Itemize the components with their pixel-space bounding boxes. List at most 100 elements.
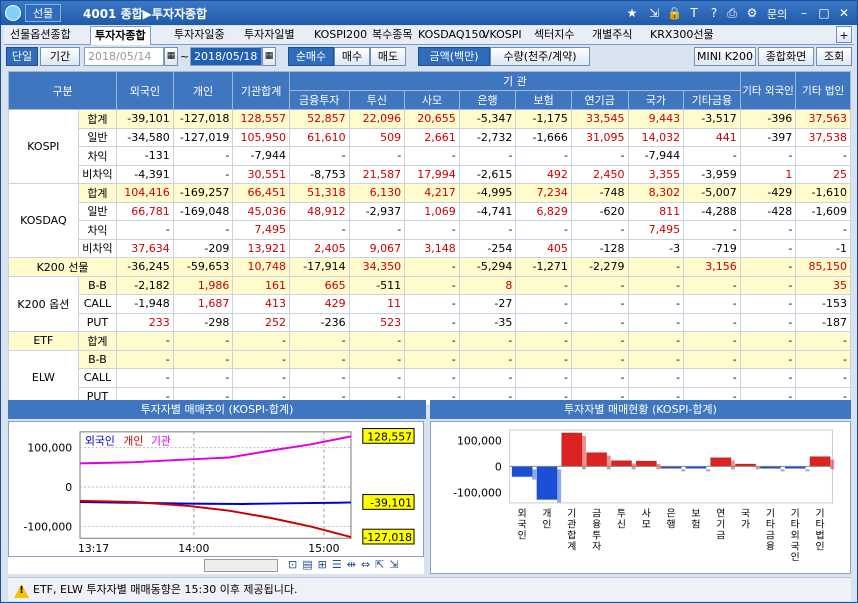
y-tick-label: 0	[495, 460, 502, 473]
tab-10[interactable]: KRX300선물	[646, 26, 718, 45]
category-char: 합	[567, 529, 576, 541]
calendar-to-icon[interactable]: ▦	[262, 47, 276, 66]
table-cell: -1,175	[515, 109, 572, 129]
table-cell: 7,234	[515, 183, 572, 203]
end-label: 128,557	[367, 430, 412, 443]
help-icon[interactable]: ?	[707, 6, 721, 20]
print-icon[interactable]: ⎙	[725, 6, 739, 20]
category-label: 국가	[741, 508, 750, 531]
table-cell: -	[739, 220, 797, 240]
buy-button[interactable]: 매수	[334, 47, 370, 66]
header-private[interactable]: 사모	[404, 90, 460, 110]
table-cell: 51,318	[288, 183, 350, 203]
header-pension[interactable]: 연기금	[570, 90, 629, 110]
table-cell: -	[683, 312, 741, 332]
net-buy-button[interactable]: 순매수	[288, 47, 334, 66]
settings-icon[interactable]: ⚙	[745, 6, 759, 20]
tab-3[interactable]: 투자자일별	[240, 26, 299, 45]
category-char: 인	[791, 551, 800, 563]
bar-shadow	[532, 469, 537, 480]
tab-1[interactable]: 투자자종합	[90, 26, 151, 45]
end-label: -127,018	[363, 531, 412, 544]
left-panel-title: 투자자별 매매추이 (KOSPI-합계)	[8, 400, 426, 419]
table-cell: -	[739, 238, 797, 258]
table-row[interactable]: K200 옵션 B-B -2,182 1,986 161 665 -511-8- - - - -35	[8, 275, 851, 332]
category-char: 법	[816, 529, 825, 541]
inquiry-link[interactable]: 문의	[767, 6, 787, 22]
table-cell: -	[288, 220, 350, 240]
table-cell: -396	[739, 109, 797, 129]
table-cell: -27	[458, 294, 517, 314]
period-button[interactable]: 기간	[40, 47, 80, 66]
mini-k200-button[interactable]: MINI K200	[694, 47, 756, 66]
header-fin-invest[interactable]: 금융투자	[288, 90, 350, 110]
chart-tool-icons[interactable]: ⊡▤⊞☰⇹⇔⇱⇲	[288, 558, 404, 571]
tab-8[interactable]: 섹터지수	[530, 26, 578, 45]
text-icon[interactable]: T	[687, 6, 701, 20]
header-individual[interactable]: 개인	[172, 71, 234, 110]
table-row[interactable]: 일반 -34,580 -127,019 105,950 61,610 509 2,661 -2…	[9, 127, 851, 147]
table-cell: -	[348, 349, 406, 369]
header-other-foreign[interactable]: 기타 외국인	[739, 71, 797, 110]
market-tab-button[interactable]: 선물	[25, 4, 62, 22]
header-bank[interactable]: 은행	[458, 90, 517, 110]
single-button[interactable]: 단일	[6, 47, 38, 66]
header-insurance[interactable]: 보험	[515, 90, 572, 110]
tab-4[interactable]: KOSPI200	[310, 26, 371, 45]
summary-screen-button[interactable]: 종합화면	[758, 47, 814, 66]
table-row[interactable]: 비차익 -4,391-30,551 -8,753 21,587 17,994 -2,615…	[9, 164, 851, 184]
table-row[interactable]: KOSPI 합계 -39,101 -127,018 128,557 52,857 22,09…	[8, 109, 851, 184]
amount-button[interactable]: 금액(백만)	[418, 47, 490, 66]
table-row[interactable]: ELW B-B - - - - - - - - - - - - -	[8, 349, 851, 406]
header-inst-total[interactable]: 기관합계	[232, 71, 290, 110]
header-nation[interactable]: 국가	[627, 90, 685, 110]
table-row[interactable]: CALL -1,948 1,687 413 429 11- -27- - - - - -153	[9, 294, 851, 314]
x-tick-label: 13:17	[78, 542, 109, 555]
date-from-input[interactable]: 2018/05/14	[84, 47, 164, 66]
table-row[interactable]: 차익 -131- -7,944- - - - - - -7,944- - -	[9, 146, 851, 166]
header-trust[interactable]: 투신	[348, 90, 406, 110]
table-row[interactable]: 차익 - -7,495- - - - - -7,495- - -	[9, 220, 851, 240]
table-row[interactable]: ETF 합계 - - - - - - - - - - - - -	[8, 331, 851, 351]
tab-7[interactable]: VKOSPI	[478, 26, 526, 45]
lock-icon[interactable]: 🔒	[667, 6, 682, 20]
close-icon[interactable]: ✕	[837, 6, 851, 20]
table-cell: 52,857	[288, 109, 350, 129]
chart-scrollbar[interactable]	[204, 559, 278, 572]
table-cell: -34,580	[116, 127, 174, 147]
table-row[interactable]: 비차익 37,634 -209 13,921 2,405 9,067 3,148 -254 40…	[9, 238, 851, 258]
maximize-icon[interactable]: □	[817, 6, 831, 20]
star-icon[interactable]: ★	[625, 6, 639, 20]
category-char: 가	[741, 519, 750, 531]
table-row[interactable]: K200 선물 -36,245 -59,653 10,748 -17,914 34,350…	[7, 257, 851, 277]
table-cell: -7,944	[627, 146, 685, 166]
sell-button[interactable]: 매도	[370, 47, 406, 66]
link-icon[interactable]: ⇲	[647, 6, 661, 20]
table-cell: -	[515, 275, 572, 295]
refresh-button[interactable]: 조회	[816, 47, 852, 66]
investor-table: 구분 외국인 개인 기관합계 기 관 기타 외국인 기타 법인 금융투자 투신 …	[7, 71, 851, 406]
tab-0[interactable]: 선물옵션종합	[6, 26, 75, 45]
minimize-icon[interactable]: –	[797, 6, 811, 20]
header-other-fin[interactable]: 기타금융	[683, 90, 741, 110]
table-row[interactable]: PUT 233 -298 252 -236 523- -35- - - - - -187	[9, 312, 851, 332]
table-cell: -5,294	[458, 257, 517, 277]
tab-9[interactable]: 개별주식	[588, 26, 636, 45]
tab-5[interactable]: 복수종목	[368, 26, 416, 45]
header-foreign[interactable]: 외국인	[116, 71, 174, 110]
date-to-input[interactable]: 2018/05/18	[190, 47, 262, 66]
add-tab-button[interactable]: +	[836, 26, 852, 43]
bar-shadow	[681, 469, 686, 472]
table-cell: 66,781	[116, 201, 174, 221]
table-cell: -429	[739, 183, 797, 203]
table-row[interactable]: KOSDAQ 합계 104,416 -169,257 66,451 51,318 6,130…	[8, 183, 851, 258]
calendar-from-icon[interactable]: ▦	[164, 47, 178, 66]
bar-shadow	[706, 469, 711, 472]
header-other-corp[interactable]: 기타 법인	[795, 71, 851, 110]
table-row[interactable]: CALL - - - - - - - - - - - - -	[9, 368, 851, 388]
table-row[interactable]: 일반 66,781 -169,048 45,036 48,912 -2,937 1,069-…	[9, 201, 851, 221]
quantity-button[interactable]: 수량(천주/계약)	[490, 47, 590, 66]
y-tick-label: -100,000	[453, 486, 502, 499]
row-label: 비차익	[77, 164, 118, 184]
tab-2[interactable]: 투자자일중	[170, 26, 229, 45]
